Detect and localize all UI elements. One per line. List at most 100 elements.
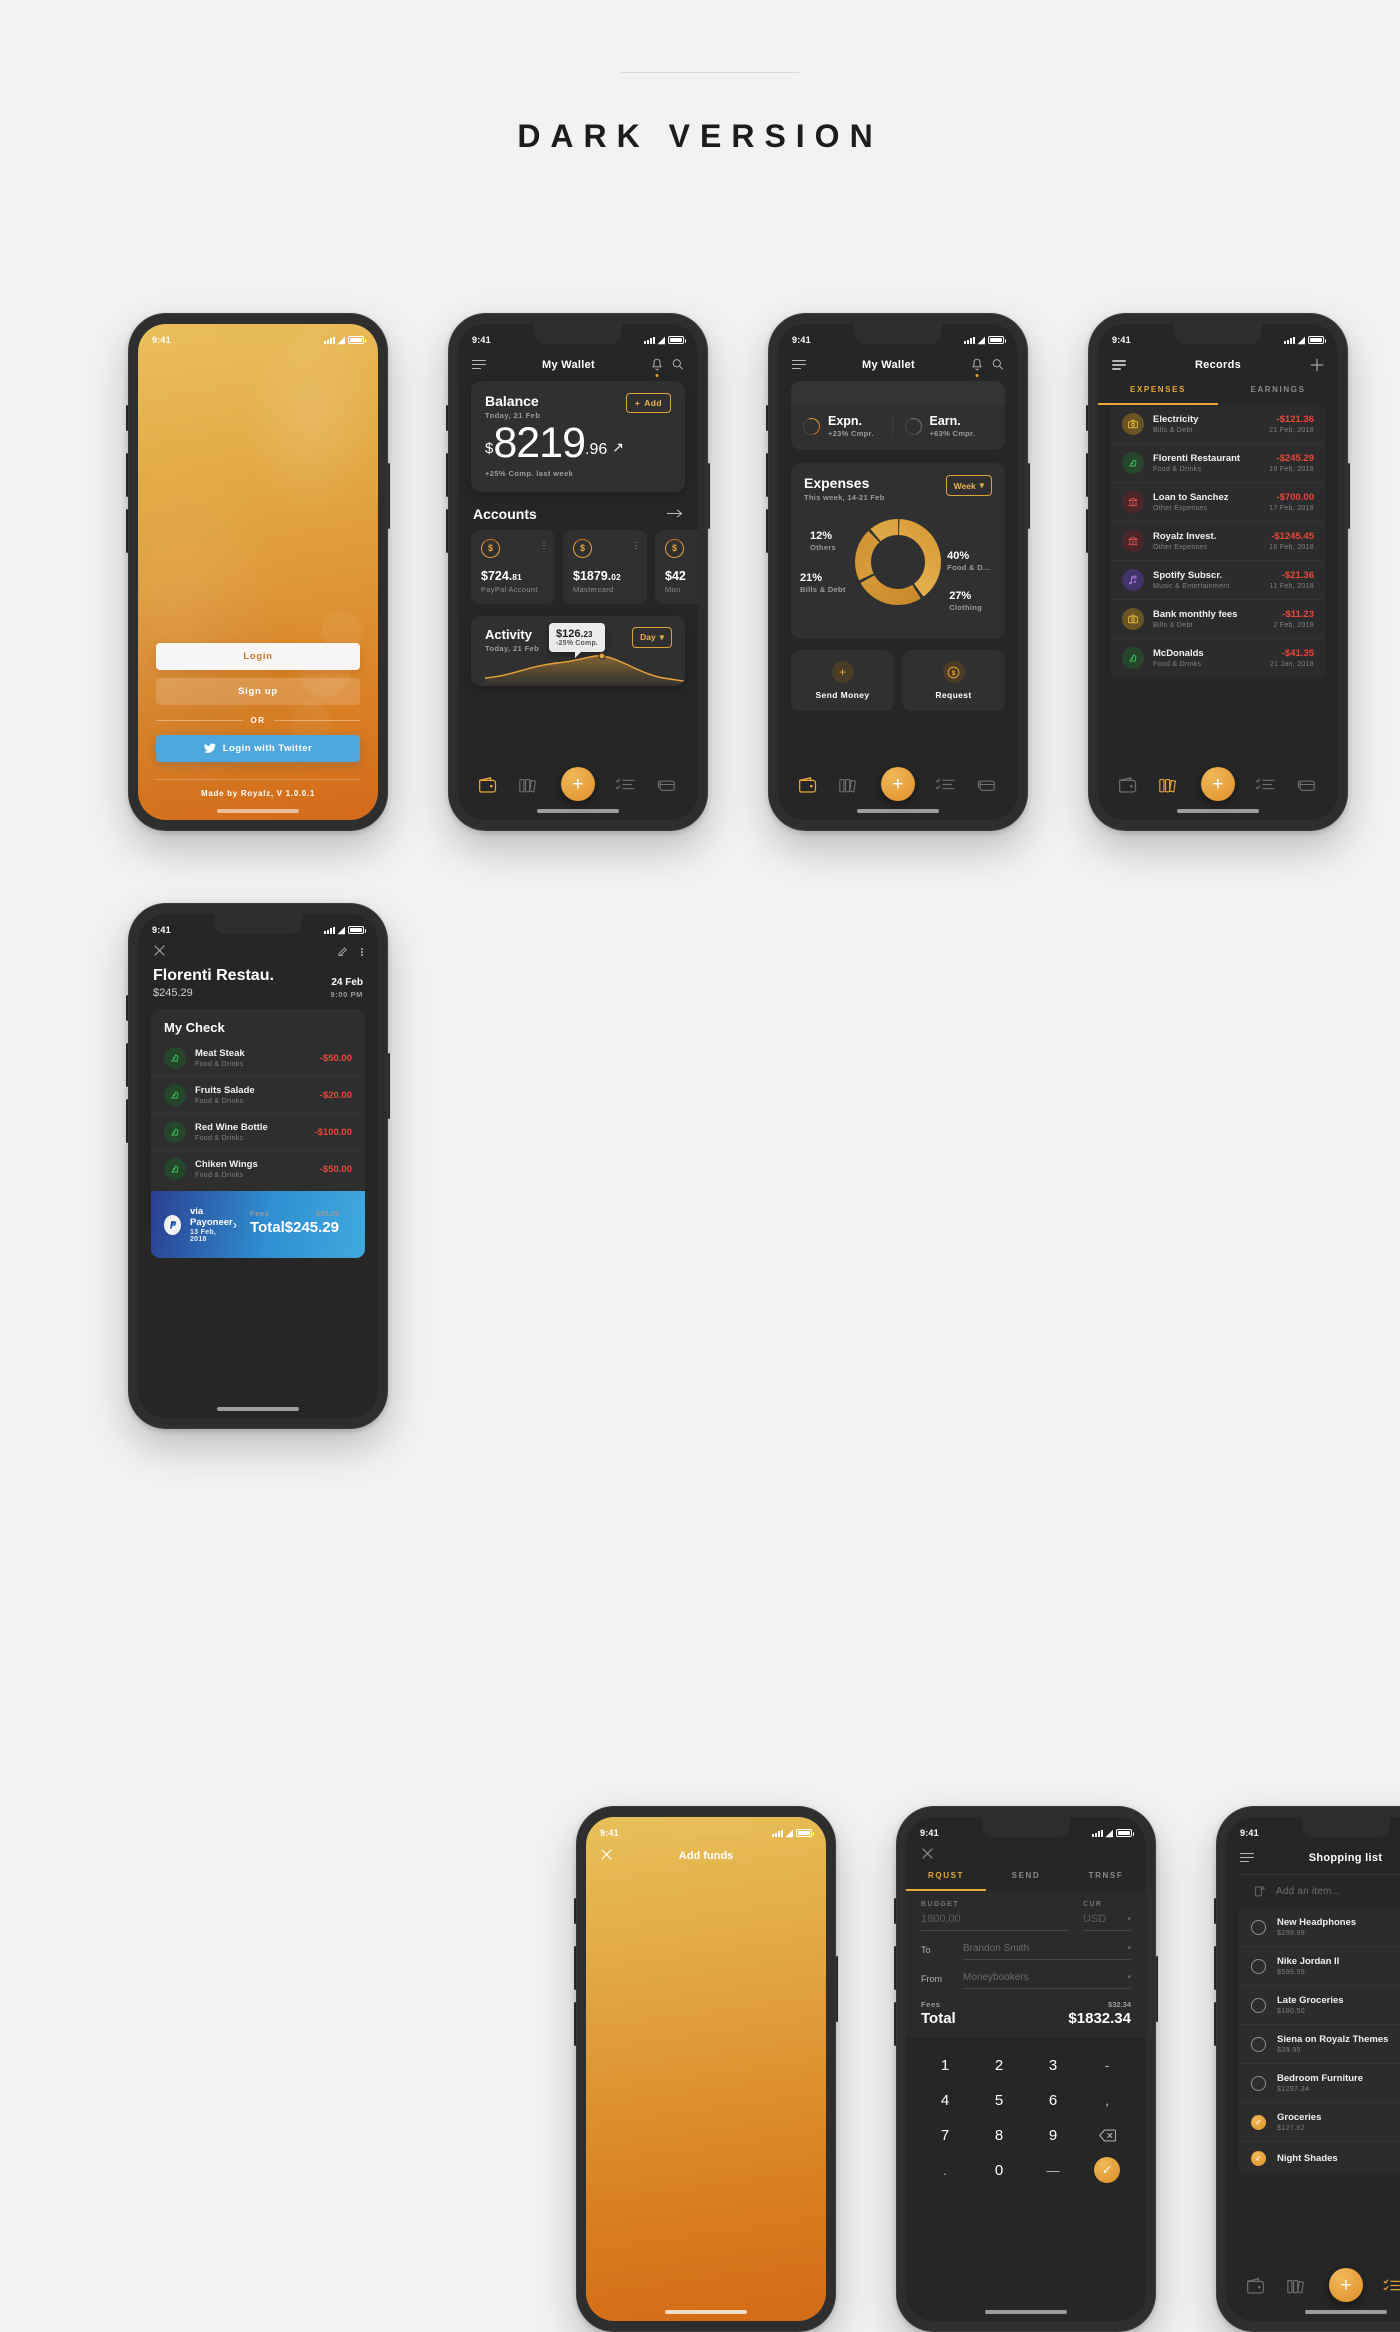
key-dot[interactable]: .: [918, 2154, 972, 2187]
budget-input[interactable]: 1800,00: [921, 1908, 1069, 1930]
key-3[interactable]: 3: [1026, 2049, 1080, 2082]
summary-earning[interactable]: Earn. +63% Cmpr.: [891, 414, 994, 438]
search-button[interactable]: [992, 358, 1004, 371]
close-button[interactable]: [921, 1847, 1131, 1860]
tab-request[interactable]: RQUST: [906, 1864, 986, 1889]
table-row[interactable]: Loan to Sanchez Other Expenses -$700.00 17…: [1111, 481, 1325, 521]
checkbox-checked-icon[interactable]: ✓: [1251, 2114, 1266, 2130]
key-0[interactable]: 0: [972, 2154, 1026, 2187]
request-button[interactable]: $ Request: [902, 650, 1005, 711]
sidebar-item-checklist[interactable]: [934, 776, 957, 794]
account-card[interactable]: $ $724.81 PayPal Account: [471, 529, 555, 604]
close-button[interactable]: [153, 944, 166, 957]
edit-button[interactable]: [336, 944, 350, 957]
sidebar-item-wallet[interactable]: [798, 776, 820, 794]
account-card[interactable]: $ $1879.02 Mastercard: [563, 529, 647, 604]
sidebar-item-wallet[interactable]: [478, 776, 500, 794]
search-button[interactable]: [672, 358, 684, 371]
list-item[interactable]: Bedroom Furniture $1297.34: [1239, 2063, 1400, 2102]
list-item[interactable]: ✓ Groceries $127.62: [1239, 2102, 1400, 2141]
add-button[interactable]: +: [1328, 2268, 1363, 2302]
sidebar-item-cards[interactable]: [656, 776, 678, 794]
key-comma[interactable]: ,: [1080, 2084, 1134, 2117]
more-options-icon[interactable]: [635, 539, 637, 550]
tab-send[interactable]: SEND: [986, 1864, 1066, 1889]
list-item[interactable]: Nike Jordan II $599.99: [1239, 1946, 1400, 1985]
sidebar-item-cards[interactable]: [976, 776, 998, 794]
list-item[interactable]: ✓ Night Shades: [1239, 2141, 1400, 2175]
checkbox-unchecked-icon[interactable]: [1251, 2036, 1266, 2052]
add-item-field[interactable]: Add an item...: [1239, 1874, 1400, 1908]
twitter-login-button[interactable]: Login with Twitter: [156, 735, 360, 762]
accounts-list[interactable]: $ $724.81 PayPal Account $ $1879.02 Mast…: [458, 529, 698, 604]
add-button[interactable]: +: [560, 767, 595, 801]
list-item[interactable]: Siena on Royalz Themes $39.99: [1239, 2024, 1400, 2063]
list-item[interactable]: New Headphones $299.99: [1239, 1908, 1400, 1946]
numeric-keypad[interactable]: 1 2 3 - 4 5 6 , 7 8 9 . 0 — ✓: [906, 2038, 1146, 2187]
checkbox-unchecked-icon[interactable]: [1251, 1919, 1266, 1935]
activity-range-selector[interactable]: Day ▾: [632, 626, 672, 648]
table-row[interactable]: Royalz Invest. Other Expenses -$1245.45 16…: [1111, 520, 1325, 560]
menu-icon[interactable]: [792, 359, 806, 370]
home-indicator[interactable]: [1305, 2310, 1387, 2314]
more-options-icon[interactable]: [543, 539, 545, 550]
checkbox-unchecked-icon[interactable]: [1251, 2075, 1266, 2091]
key-2[interactable]: 2: [972, 2049, 1026, 2082]
confirm-button[interactable]: ✓: [1080, 2154, 1134, 2187]
to-select[interactable]: Brandon Smith: [963, 1943, 1029, 1954]
sidebar-item-records[interactable]: [1287, 2277, 1309, 2295]
add-funds-button[interactable]: + Add: [625, 393, 671, 413]
account-card[interactable]: $ $42 Mon: [655, 529, 698, 604]
key-5[interactable]: 5: [972, 2084, 1026, 2117]
menu-icon[interactable]: [1240, 1852, 1254, 1863]
key-6[interactable]: 6: [1026, 2084, 1080, 2117]
checkbox-checked-icon[interactable]: ✓: [1251, 2151, 1266, 2166]
table-row[interactable]: McDonalds Food & Drinks -$41.35 21 Jan, 20…: [1111, 637, 1325, 677]
menu-icon[interactable]: [472, 359, 486, 370]
sidebar-item-checklist[interactable]: [1382, 2277, 1400, 2295]
notifications-button[interactable]: [651, 358, 663, 377]
list-item[interactable]: Chiken Wings Food & Drinks -$50.00: [151, 1150, 365, 1187]
table-row[interactable]: Electricity Bills & Debt -$121.36 21 Feb, …: [1111, 405, 1325, 443]
more-options-icon[interactable]: [361, 945, 363, 956]
add-record-button[interactable]: [1310, 358, 1324, 372]
list-item[interactable]: Red Wine Bottle Food & Drinks -$100.00: [151, 1113, 365, 1150]
sidebar-item-cards[interactable]: [1296, 776, 1318, 794]
backspace-icon[interactable]: [1080, 2119, 1134, 2152]
checkbox-unchecked-icon[interactable]: [1251, 1958, 1266, 1974]
sidebar-item-checklist[interactable]: [614, 776, 637, 794]
mode-tabs[interactable]: RQUST SEND TRNSF: [906, 1864, 1146, 1889]
sidebar-item-wallet[interactable]: [1246, 2277, 1268, 2295]
add-button[interactable]: +: [880, 767, 915, 801]
tab-transfer[interactable]: TRNSF: [1066, 1864, 1146, 1889]
key-minus[interactable]: -: [1080, 2049, 1134, 2082]
currency-select[interactable]: USD: [1083, 1913, 1106, 1925]
key-7[interactable]: 7: [918, 2119, 972, 2152]
records-tabs[interactable]: EXPENSES EARNINGS: [1098, 378, 1338, 403]
home-indicator[interactable]: [857, 809, 939, 813]
key-dash[interactable]: —: [1026, 2154, 1080, 2187]
key-9[interactable]: 9: [1026, 2119, 1080, 2152]
list-item[interactable]: Meat Steak Food & Drinks -$50.00: [151, 1040, 365, 1076]
key-1[interactable]: 1: [918, 2049, 972, 2082]
notifications-button[interactable]: [971, 358, 983, 377]
sidebar-item-wallet[interactable]: [1118, 776, 1140, 794]
sidebar-item-records[interactable]: [1159, 776, 1181, 794]
home-indicator[interactable]: [217, 809, 299, 813]
chart-range-selector[interactable]: Week ▾: [945, 475, 992, 496]
home-indicator[interactable]: [1177, 809, 1259, 813]
tab-earnings[interactable]: EARNINGS: [1218, 378, 1338, 403]
home-indicator[interactable]: [537, 809, 619, 813]
table-row[interactable]: Bank monthly fees Bills & Debt -$11.23 2 F…: [1111, 598, 1325, 638]
accounts-see-all-button[interactable]: [667, 508, 683, 519]
list-item[interactable]: Fruits Salade Food & Drinks -$20.00: [151, 1076, 365, 1113]
checkbox-unchecked-icon[interactable]: [1251, 1997, 1266, 2013]
menu-icon[interactable]: [1112, 360, 1126, 370]
payment-method-row[interactable]: via Payoneer 13 Feb, 2018 › Fees Total $…: [151, 1191, 365, 1258]
tab-expenses[interactable]: EXPENSES: [1098, 378, 1218, 403]
sidebar-item-checklist[interactable]: [1254, 776, 1277, 794]
add-button[interactable]: +: [1200, 767, 1235, 801]
key-4[interactable]: 4: [918, 2084, 972, 2117]
signup-button[interactable]: Sign up: [156, 678, 360, 705]
summary-expense[interactable]: Expn. +23% Cmpr.: [800, 414, 892, 438]
